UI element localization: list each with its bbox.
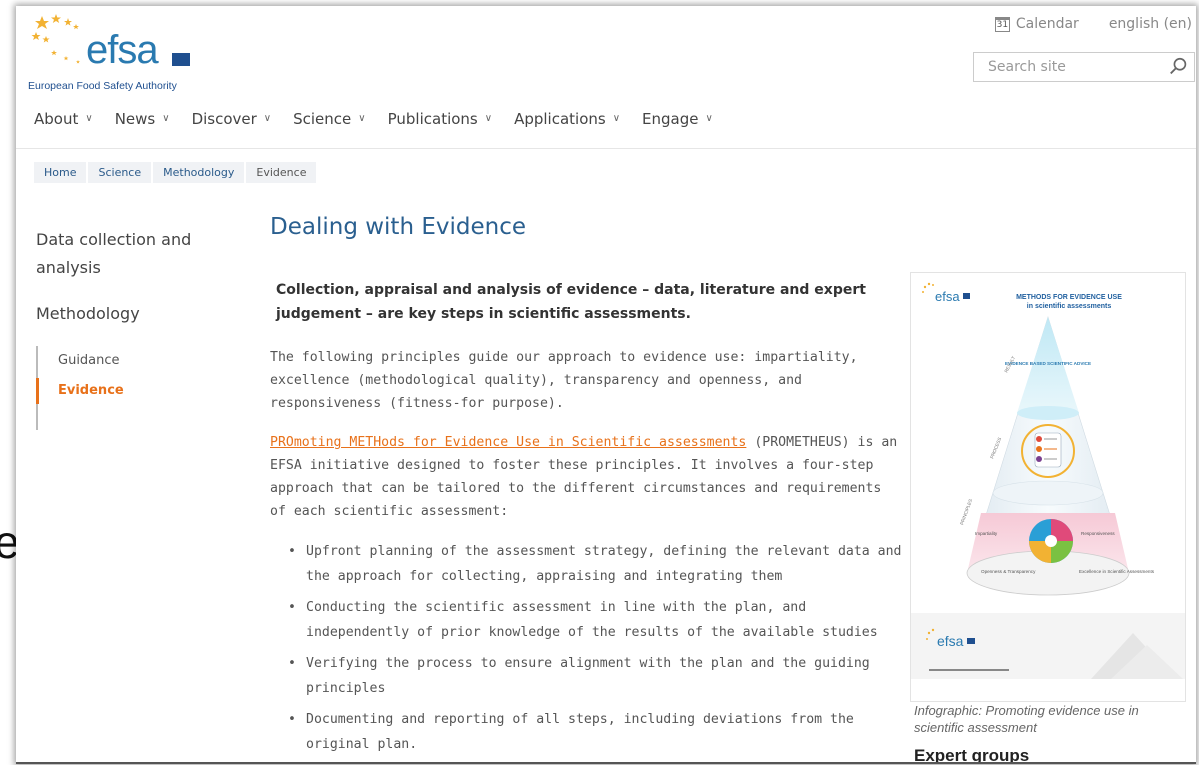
infographic-principle-1: Impartiality: [975, 531, 998, 536]
nav-about[interactable]: About ∨: [34, 110, 93, 128]
expert-groups-heading: Expert groups: [914, 746, 1030, 764]
chevron-down-icon: ∨: [484, 112, 493, 124]
nav-label: News: [114, 110, 156, 128]
infographic-subheading: in scientific assessments: [1027, 303, 1112, 310]
infographic-principle-2: Responsiveness: [1081, 531, 1115, 536]
nav-label: Publications: [387, 110, 478, 128]
infographic-heading: METHODS FOR EVIDENCE USE: [1016, 294, 1122, 301]
nav-label: About: [34, 110, 79, 128]
infographic-graphic: efsa METHODS FOR EVIDENCE USE in scienti…: [911, 273, 1185, 701]
chevron-down-icon: ∨: [705, 112, 713, 124]
infographic-caption: Infographic: Promoting evidence use in s…: [914, 703, 1139, 735]
prometheus-link[interactable]: PROmoting METHods for Evidence Use in Sc…: [270, 435, 746, 450]
breadcrumb-science[interactable]: Science: [88, 162, 152, 183]
nav-label: Science: [293, 110, 352, 128]
nav-discover[interactable]: Discover ∨: [192, 110, 272, 128]
calendar-label: Calendar: [1015, 16, 1079, 32]
nav-label: Discover: [191, 110, 257, 128]
main-content: Dealing with Evidence Collection, apprai…: [270, 214, 901, 762]
logo-tagline: European Food Safety Authority: [28, 80, 177, 92]
chevron-down-icon: ∨: [612, 112, 621, 124]
nav-label: Applications: [514, 110, 606, 128]
steps-list: Upfront planning of the assessment strat…: [270, 539, 901, 757]
infographic-image[interactable]: efsa METHODS FOR EVIDENCE USE in scienti…: [910, 272, 1186, 702]
page-title: Dealing with Evidence: [270, 214, 526, 240]
list-item: Conducting the scientific assessment in …: [286, 595, 906, 645]
list-item: Documenting and reporting of all steps, …: [286, 707, 906, 757]
logo-wordmark: efsa: [86, 28, 159, 72]
browser-page: efsa European Food Safety Authority 31 C…: [16, 6, 1196, 764]
nav-applications[interactable]: Applications ∨: [514, 110, 620, 128]
nav-news[interactable]: News ∨: [115, 110, 170, 128]
breadcrumb-methodology[interactable]: Methodology: [153, 162, 245, 183]
breadcrumb-evidence: Evidence: [246, 162, 317, 183]
right-sidebar: efsa METHODS FOR EVIDENCE USE in scienti…: [910, 272, 1186, 762]
sidebar-item-guidance[interactable]: Guidance: [58, 346, 124, 376]
main-navigation: About ∨ News ∨ Discover ∨ Science ∨ Publicat…: [34, 110, 713, 128]
utility-bar: 31 Calendar english (en): [994, 12, 1192, 36]
section-sidebar: Data collection and analysis Methodology…: [36, 226, 236, 430]
search-icon[interactable]: [1168, 56, 1190, 78]
sidebar-sublist: Guidance Evidence: [36, 346, 124, 430]
chevron-down-icon: ∨: [162, 112, 170, 124]
infographic-logo: efsa: [935, 289, 960, 304]
prometheus-paragraph: PROmoting METHods for Evidence Use in Sc…: [270, 431, 900, 523]
calendar-link[interactable]: 31 Calendar: [994, 16, 1079, 32]
sidebar-item-methodology[interactable]: Methodology: [36, 300, 216, 328]
nav-publications[interactable]: Publications ∨: [388, 110, 492, 128]
list-item: Upfront planning of the assessment strat…: [286, 539, 906, 589]
nav-science[interactable]: Science ∨: [293, 110, 365, 128]
eu-flag-icon: [172, 53, 190, 66]
breadcrumb: Home Science Methodology Evidence: [34, 162, 317, 183]
list-item: Verifying the process to ensure alignmen…: [286, 651, 906, 701]
efsa-logo[interactable]: efsa European Food Safety Authority: [22, 10, 222, 94]
infographic-apex-label: EVIDENCE BASED SCIENTIFIC ADVICE: [1005, 361, 1091, 366]
header-divider: [16, 148, 1196, 149]
principles-paragraph: The following principles guide our appro…: [270, 350, 858, 411]
infographic-principle-4: Excellence in Scientific Assessments: [1079, 569, 1155, 574]
sidebar-item-evidence[interactable]: Evidence: [36, 376, 124, 406]
infographic-footer-logo: efsa: [937, 633, 964, 649]
search-box: [973, 52, 1195, 82]
chevron-down-icon: ∨: [85, 112, 93, 124]
chevron-down-icon: ∨: [358, 112, 366, 124]
lead-paragraph: Collection, appraisal and analysis of ev…: [276, 282, 866, 322]
calendar-icon: 31: [994, 16, 1010, 32]
nav-label: Engage: [642, 110, 699, 128]
sidebar-item-data-collection[interactable]: Data collection and analysis: [36, 226, 216, 282]
language-selector[interactable]: english (en): [1109, 16, 1192, 32]
nav-engage[interactable]: Engage ∨: [642, 110, 713, 128]
infographic-principle-3: Openness & Transparency: [981, 569, 1036, 574]
breadcrumb-home[interactable]: Home: [34, 162, 87, 183]
chevron-down-icon: ∨: [263, 112, 272, 124]
search-input[interactable]: [974, 53, 1168, 81]
